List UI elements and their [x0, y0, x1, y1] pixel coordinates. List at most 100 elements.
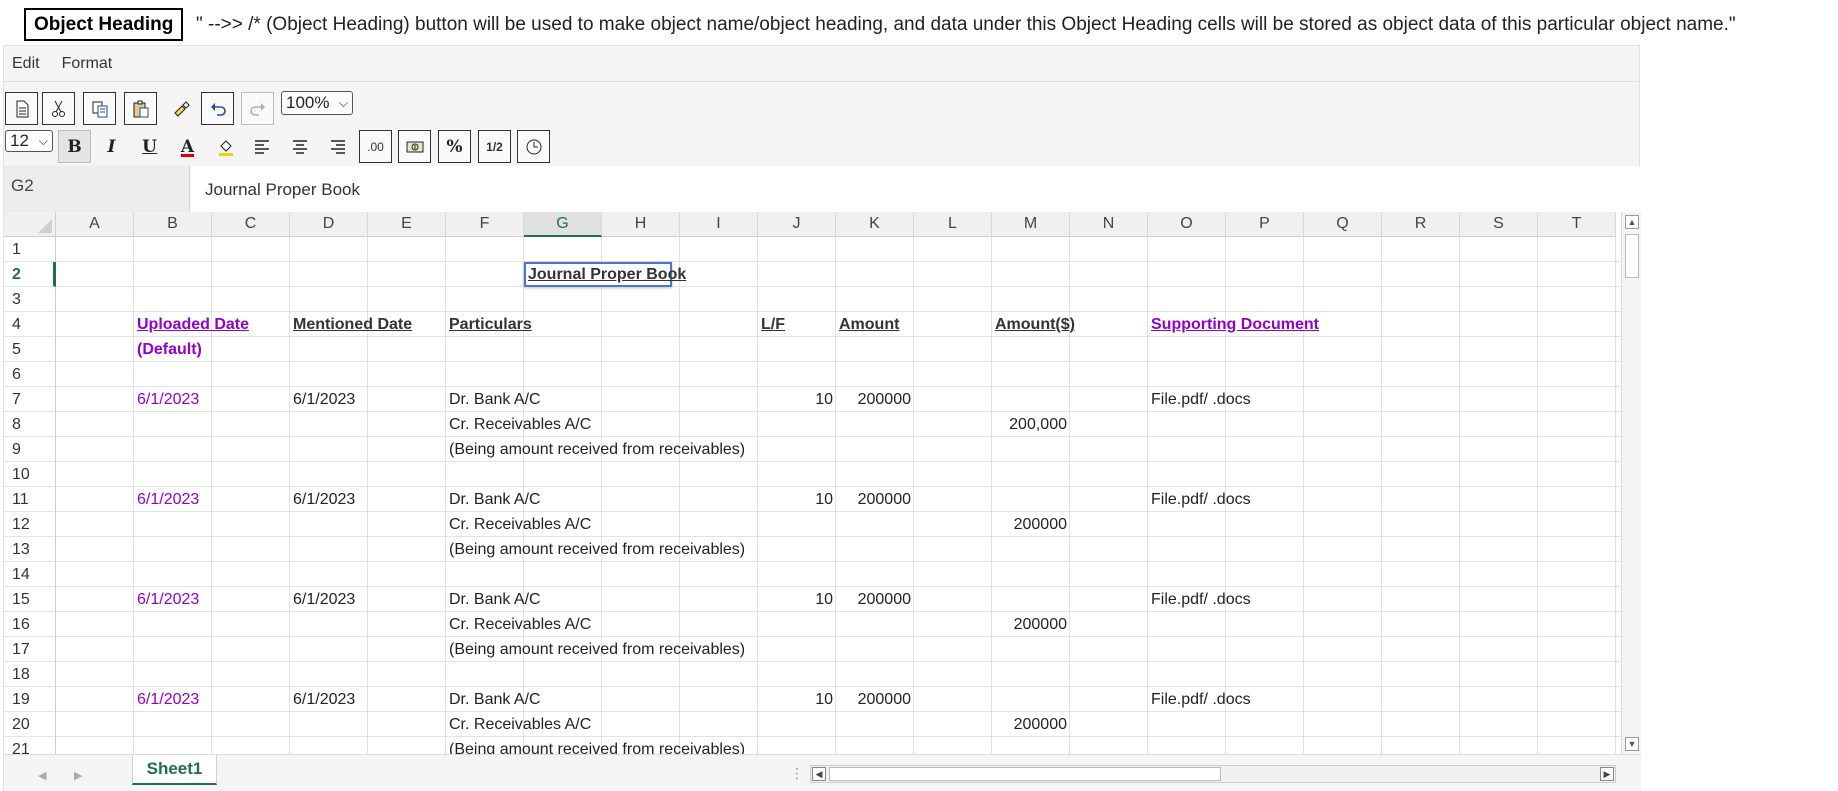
header-lf[interactable]: L/F [758, 312, 836, 337]
header-amount-usd[interactable]: Amount($) [992, 312, 1148, 337]
column-header-l[interactable]: L [914, 212, 992, 237]
row-header-6[interactable]: 6 [4, 362, 56, 387]
row-header-17[interactable]: 17 [4, 637, 56, 662]
format-painter-button[interactable] [164, 92, 197, 125]
cut-button[interactable] [42, 92, 75, 125]
select-all-corner[interactable] [4, 212, 56, 237]
supporting-document-cell[interactable]: File.pdf/ .docs [1148, 387, 1304, 412]
font-size-select[interactable]: 12 ⌵ [5, 130, 53, 152]
lf-cell[interactable]: 10 [758, 687, 836, 712]
time-format-button[interactable] [517, 130, 550, 163]
supporting-document-cell[interactable]: File.pdf/ .docs [1148, 687, 1304, 712]
column-header-t[interactable]: T [1538, 212, 1616, 237]
header-default[interactable]: (Default) [134, 337, 290, 362]
underline-button[interactable]: U [133, 130, 166, 163]
object-heading-button[interactable]: Object Heading [24, 8, 184, 41]
font-color-button[interactable]: A [171, 130, 204, 163]
row-header-1[interactable]: 1 [4, 237, 56, 262]
credit-particular-cell[interactable]: Cr. Receivables A/C [446, 512, 680, 537]
menu-edit[interactable]: Edit [12, 55, 40, 73]
debit-particular-cell[interactable]: Dr. Bank A/C [446, 387, 680, 412]
scroll-right-icon[interactable]: ▶ [1600, 767, 1614, 781]
mentioned-date-cell[interactable]: 6/1/2023 [290, 487, 368, 512]
debit-particular-cell[interactable]: Dr. Bank A/C [446, 487, 680, 512]
header-mentioned-date[interactable]: Mentioned Date [290, 312, 446, 337]
row-header-3[interactable]: 3 [4, 287, 56, 312]
credit-particular-cell[interactable]: Cr. Receivables A/C [446, 612, 680, 637]
prev-sheet-icon[interactable]: ◀ [38, 769, 46, 782]
row-header-7[interactable]: 7 [4, 387, 56, 412]
uploaded-date-cell[interactable]: 6/1/2023 [134, 487, 212, 512]
column-header-j[interactable]: J [758, 212, 836, 237]
uploaded-date-cell[interactable]: 6/1/2023 [134, 687, 212, 712]
vertical-scroll-thumb[interactable] [1625, 234, 1639, 278]
column-header-o[interactable]: O [1148, 212, 1226, 237]
align-left-button[interactable] [245, 130, 278, 163]
undo-button[interactable] [201, 92, 234, 125]
italic-button[interactable]: I [95, 130, 128, 163]
header-particulars[interactable]: Particulars [446, 312, 602, 337]
column-header-m[interactable]: M [992, 212, 1070, 237]
column-header-h[interactable]: H [602, 212, 680, 237]
column-header-c[interactable]: C [212, 212, 290, 237]
vertical-scrollbar[interactable]: ▲ ▼ [1621, 212, 1641, 754]
mentioned-date-cell[interactable]: 6/1/2023 [290, 687, 368, 712]
row-header-16[interactable]: 16 [4, 612, 56, 637]
menu-format[interactable]: Format [62, 55, 113, 73]
row-header-19[interactable]: 19 [4, 687, 56, 712]
narration-cell[interactable]: (Being amount received from receivables) [446, 437, 745, 462]
row-header-21[interactable]: 21 [4, 737, 56, 754]
copy-button[interactable] [83, 92, 116, 125]
percent-format-button[interactable]: % [438, 130, 471, 163]
column-header-g[interactable]: G [524, 212, 602, 237]
column-header-q[interactable]: Q [1304, 212, 1382, 237]
amount-cell[interactable]: 200000 [836, 687, 914, 712]
column-header-b[interactable]: B [134, 212, 212, 237]
column-header-s[interactable]: S [1460, 212, 1538, 237]
supporting-document-cell[interactable]: File.pdf/ .docs [1148, 487, 1304, 512]
name-box[interactable]: G2 [4, 166, 190, 212]
new-file-button[interactable] [5, 92, 38, 125]
row-header-18[interactable]: 18 [4, 662, 56, 687]
next-sheet-icon[interactable]: ▶ [74, 769, 82, 782]
mentioned-date-cell[interactable]: 6/1/2023 [290, 387, 368, 412]
paste-button[interactable] [124, 92, 157, 125]
column-header-n[interactable]: N [1070, 212, 1148, 237]
row-header-14[interactable]: 14 [4, 562, 56, 587]
column-header-p[interactable]: P [1226, 212, 1304, 237]
row-header-20[interactable]: 20 [4, 712, 56, 737]
row-header-8[interactable]: 8 [4, 412, 56, 437]
bold-button[interactable]: B [58, 130, 91, 163]
zoom-select[interactable]: 100% ⌵ [281, 91, 353, 115]
amount-cell[interactable]: 200000 [836, 487, 914, 512]
row-header-15[interactable]: 15 [4, 587, 56, 612]
narration-cell[interactable]: (Being amount received from receivables) [446, 737, 745, 754]
sheet-grid[interactable]: A B C D E F G H I J K L M N O P Q R S T 1 2 3 4 5 6 7 8 9 10 11 12 13 14 1… [4, 212, 1621, 754]
narration-cell[interactable]: (Being amount received from receivables) [446, 637, 745, 662]
credit-amount-cell[interactable]: 200000 [992, 712, 1070, 737]
currency-format-button[interactable] [398, 130, 431, 163]
horizontal-scroll-thumb[interactable] [829, 767, 1221, 781]
scroll-left-icon[interactable]: ◀ [812, 767, 826, 781]
split-handle-icon[interactable]: ⋮ [790, 765, 804, 782]
debit-particular-cell[interactable]: Dr. Bank A/C [446, 587, 680, 612]
mentioned-date-cell[interactable]: 6/1/2023 [290, 587, 368, 612]
column-header-f[interactable]: F [446, 212, 524, 237]
column-header-e[interactable]: E [368, 212, 446, 237]
column-header-i[interactable]: I [680, 212, 758, 237]
lf-cell[interactable]: 10 [758, 587, 836, 612]
column-header-a[interactable]: A [56, 212, 134, 237]
uploaded-date-cell[interactable]: 6/1/2023 [134, 587, 212, 612]
fill-color-button[interactable] [209, 130, 242, 163]
sheet-tab-sheet1[interactable]: Sheet1 [132, 755, 217, 785]
row-header-10[interactable]: 10 [4, 462, 56, 487]
row-header-9[interactable]: 9 [4, 437, 56, 462]
narration-cell[interactable]: (Being amount received from receivables) [446, 537, 745, 562]
amount-cell[interactable]: 200000 [836, 587, 914, 612]
align-right-button[interactable] [321, 130, 354, 163]
row-header-13[interactable]: 13 [4, 537, 56, 562]
credit-amount-cell[interactable]: 200,000 [992, 412, 1070, 437]
align-center-button[interactable] [283, 130, 316, 163]
uploaded-date-cell[interactable]: 6/1/2023 [134, 387, 212, 412]
column-header-k[interactable]: K [836, 212, 914, 237]
